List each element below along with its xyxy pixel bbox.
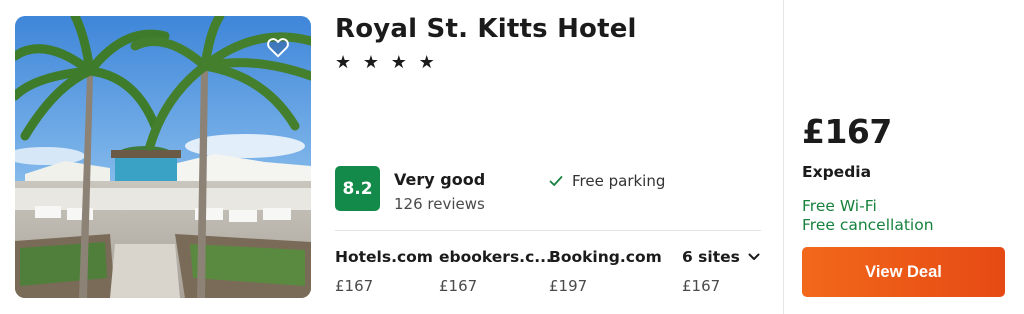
site-name: ebookers.c... bbox=[439, 248, 552, 266]
heart-icon bbox=[267, 38, 289, 58]
site-price: £167 bbox=[682, 277, 721, 295]
site-name: Booking.com bbox=[549, 248, 662, 266]
hotel-name[interactable]: Royal St. Kitts Hotel bbox=[335, 14, 637, 44]
site-price: £197 bbox=[549, 277, 588, 295]
amenity-free-parking: Free parking bbox=[548, 172, 665, 190]
site-price-booking-com[interactable]: Booking.com £197 bbox=[549, 248, 662, 295]
star-rating: ★ ★ ★ ★ bbox=[335, 52, 438, 73]
more-sites-label: 6 sites bbox=[682, 248, 760, 266]
perk-free-cancellation: Free cancellation bbox=[802, 216, 934, 234]
rating-label: Very good bbox=[394, 170, 486, 189]
hotel-photo[interactable] bbox=[15, 16, 311, 298]
site-price: £167 bbox=[335, 277, 374, 295]
check-icon bbox=[549, 176, 563, 186]
chevron-down-icon bbox=[748, 253, 760, 260]
rating-score-badge: 8.2 bbox=[335, 166, 380, 211]
review-count[interactable]: 126 reviews bbox=[394, 195, 485, 213]
amenity-label: Free parking bbox=[572, 172, 666, 190]
site-price-ebookers[interactable]: ebookers.c... £167 bbox=[439, 248, 552, 295]
site-price: £167 bbox=[439, 277, 478, 295]
more-sites-dropdown[interactable]: 6 sites £167 bbox=[682, 248, 760, 295]
deal-price: £167 bbox=[802, 112, 892, 151]
column-divider bbox=[783, 0, 784, 314]
deal-provider: Expedia bbox=[802, 163, 872, 181]
perk-free-wifi: Free Wi-Fi bbox=[802, 197, 877, 215]
site-name: 6 sites bbox=[682, 248, 740, 266]
view-deal-button[interactable]: View Deal bbox=[802, 247, 1005, 297]
hotel-result-card: Royal St. Kitts Hotel ★ ★ ★ ★ 8.2 Very g… bbox=[0, 0, 1024, 314]
favorite-button[interactable] bbox=[261, 30, 295, 64]
divider bbox=[335, 230, 761, 231]
site-price-hotels-com[interactable]: Hotels.com £167 bbox=[335, 248, 433, 295]
site-name: Hotels.com bbox=[335, 248, 433, 266]
